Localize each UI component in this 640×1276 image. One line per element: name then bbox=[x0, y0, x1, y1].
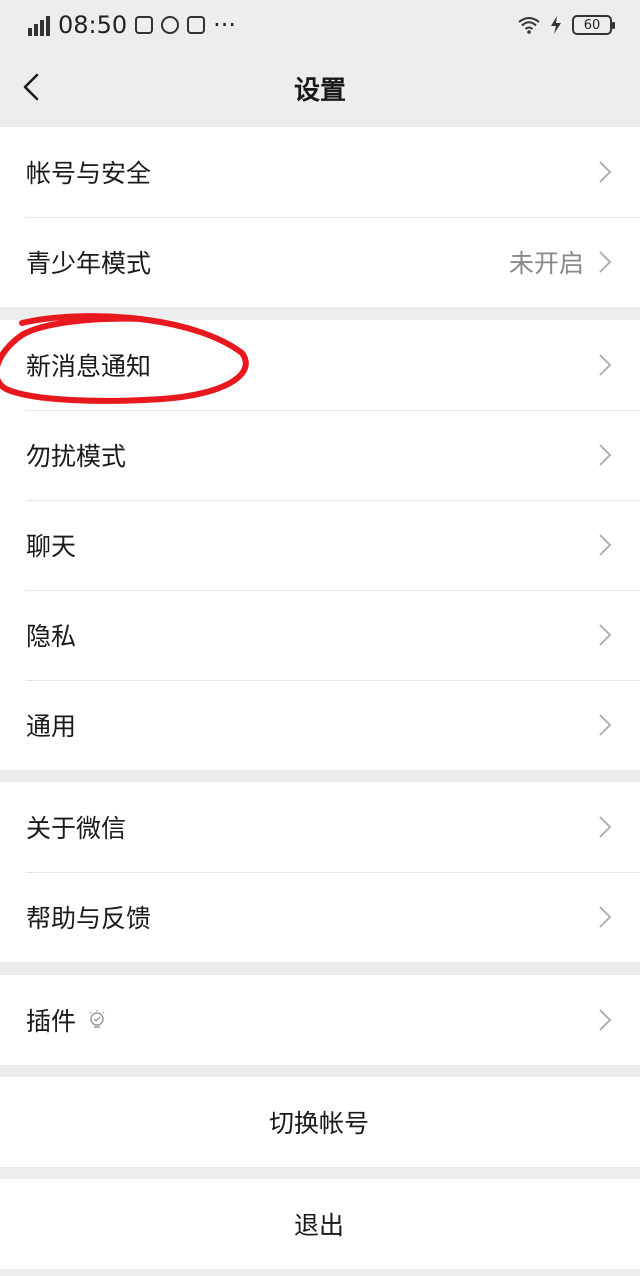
status-time: 08:50 bbox=[58, 11, 128, 39]
settings-item-privacy[interactable]: 隐私 bbox=[0, 590, 640, 680]
settings-item-label: 帐号与安全 bbox=[26, 159, 152, 188]
settings-item-label: 聊天 bbox=[26, 532, 77, 561]
settings-item-help-feedback[interactable]: 帮助与反馈 bbox=[0, 872, 640, 962]
settings-item-plugins[interactable]: 插件 bbox=[0, 975, 640, 1065]
charging-icon bbox=[551, 16, 561, 34]
chevron-right-icon bbox=[599, 354, 612, 376]
status-bar-right: 60 bbox=[518, 15, 615, 35]
settings-group-messaging: 新消息通知 勿扰模式 聊天 隐私 通用 bbox=[0, 320, 640, 770]
settings-item-teen-mode[interactable]: 青少年模式 未开启 bbox=[0, 217, 640, 307]
chevron-right-icon bbox=[599, 906, 612, 928]
settings-item-label: 隐私 bbox=[26, 622, 77, 651]
teen-mode-status: 未开启 bbox=[508, 249, 584, 278]
chevron-right-icon bbox=[599, 624, 612, 646]
settings-group-plugins: 插件 bbox=[0, 975, 640, 1065]
lightbulb-icon bbox=[89, 1010, 105, 1028]
switch-account-button[interactable]: 切换帐号 bbox=[0, 1077, 640, 1167]
notification-icon bbox=[135, 16, 154, 34]
settings-item-new-message-notification[interactable]: 新消息通知 bbox=[0, 320, 640, 410]
chevron-right-icon bbox=[599, 1009, 612, 1031]
settings-item-label: 青少年模式 bbox=[26, 249, 152, 278]
chevron-right-icon bbox=[599, 161, 612, 183]
settings-group-account: 帐号与安全 青少年模式 未开启 bbox=[0, 127, 640, 307]
wifi-icon bbox=[518, 17, 540, 34]
nav-bar: 设置 bbox=[0, 50, 640, 126]
message-icon bbox=[187, 16, 206, 34]
cellular-signal-icon bbox=[28, 14, 50, 36]
settings-item-do-not-disturb[interactable]: 勿扰模式 bbox=[0, 410, 640, 500]
logout-button[interactable]: 退出 bbox=[0, 1179, 640, 1269]
logout-group: 退出 bbox=[0, 1179, 640, 1269]
settings-item-chat[interactable]: 聊天 bbox=[0, 500, 640, 590]
settings-item-label: 帮助与反馈 bbox=[26, 904, 152, 933]
chevron-right-icon bbox=[599, 534, 612, 556]
battery-level: 60 bbox=[583, 17, 601, 33]
settings-item-general[interactable]: 通用 bbox=[0, 680, 640, 770]
logout-label: 退出 bbox=[293, 1211, 344, 1240]
page-title: 设置 bbox=[293, 75, 346, 106]
status-bar: 08:50 ··· 60 bbox=[0, 0, 640, 50]
settings-item-label: 通用 bbox=[26, 712, 77, 741]
settings-item-label: 新消息通知 bbox=[26, 352, 152, 381]
settings-item-account-security[interactable]: 帐号与安全 bbox=[0, 127, 640, 217]
switch-account-label: 切换帐号 bbox=[268, 1109, 369, 1138]
settings-group-about: 关于微信 帮助与反馈 bbox=[0, 782, 640, 962]
chevron-right-icon bbox=[599, 251, 612, 273]
settings-item-label: 关于微信 bbox=[26, 814, 127, 843]
settings-item-label: 勿扰模式 bbox=[26, 442, 127, 471]
status-bar-left: 08:50 ··· bbox=[28, 11, 236, 39]
chevron-right-icon bbox=[599, 714, 612, 736]
wechat-icon bbox=[161, 16, 180, 34]
chevron-right-icon bbox=[599, 444, 612, 466]
back-arrow-icon[interactable] bbox=[18, 72, 48, 102]
battery-icon: 60 bbox=[572, 15, 615, 35]
more-notifications: ··· bbox=[213, 11, 237, 39]
settings-item-label: 插件 bbox=[26, 1007, 77, 1036]
switch-account-group: 切换帐号 bbox=[0, 1077, 640, 1167]
settings-item-about-wechat[interactable]: 关于微信 bbox=[0, 782, 640, 872]
chevron-right-icon bbox=[599, 816, 612, 838]
